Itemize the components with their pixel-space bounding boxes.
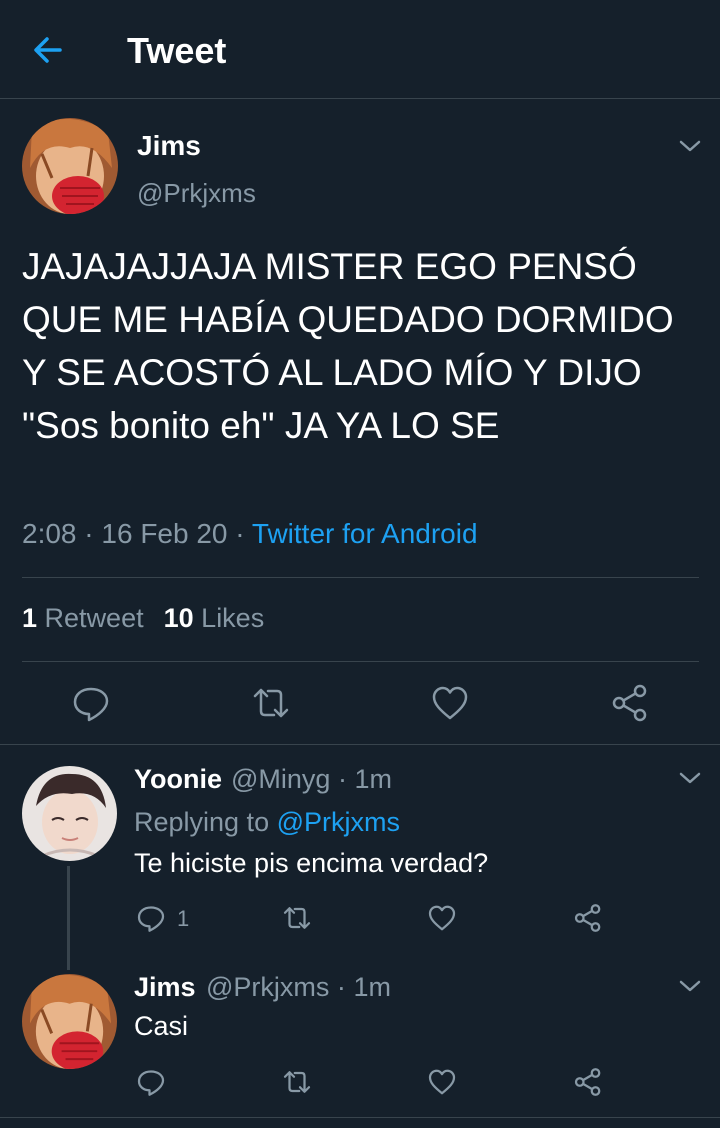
back-arrow-icon[interactable] [30, 32, 66, 68]
top-bar: Tweet [0, 0, 720, 99]
retweet-icon [253, 688, 289, 718]
heart-icon [428, 1069, 456, 1095]
avatar[interactable] [22, 974, 117, 1069]
divider [22, 577, 699, 578]
tweet-source-link[interactable]: Twitter for Android [252, 518, 478, 549]
like-button[interactable] [427, 903, 457, 933]
share-icon [574, 1068, 601, 1096]
avatar[interactable] [22, 118, 118, 214]
tweet-meta: 2:08 · 16 Feb 20 · Twitter for Android [22, 518, 478, 550]
tweet-stats: 1 Retweet 10 Likes [22, 603, 264, 634]
author-name[interactable]: Jims [137, 130, 201, 162]
tweet-text: JAJAJAJJAJA MISTER EGO PENSÓ QUE ME HABÍ… [22, 246, 674, 446]
reply-author-name[interactable]: Yoonie [134, 764, 222, 795]
reply-icon [73, 687, 109, 722]
reply-button[interactable] [136, 903, 166, 933]
meta-separator: · [235, 518, 245, 549]
reply-meta: @Prkjxms · 1m [206, 972, 391, 1003]
thread-connector [67, 866, 70, 970]
divider [0, 744, 720, 745]
reply-icon [137, 1070, 165, 1096]
tweet-date: 16 Feb 20 [101, 518, 228, 549]
replying-label: Replying to [134, 807, 270, 837]
reply-author-name[interactable]: Jims [134, 972, 196, 1003]
like-button[interactable] [427, 1067, 457, 1097]
share-icon [612, 684, 647, 722]
replying-mention-link[interactable]: @Prkjxms [277, 807, 400, 837]
heart-icon [428, 905, 456, 931]
divider [0, 1117, 720, 1118]
retweet-button[interactable] [282, 903, 312, 933]
reply-author-handle[interactable]: @Minyg [231, 764, 330, 794]
retweet-icon [283, 1071, 311, 1093]
page-title: Tweet [127, 30, 227, 71]
reply-text: Casi [134, 1011, 189, 1041]
share-icon [574, 904, 601, 932]
reply-meta: @Minyg · 1m [231, 764, 392, 795]
retweet-button[interactable] [282, 1067, 312, 1097]
replying-to: Replying to @Prkjxms [134, 807, 400, 838]
chevron-down-icon[interactable] [677, 976, 703, 996]
avatar[interactable] [22, 766, 117, 861]
retweets-count: 1 [22, 603, 38, 633]
reply-button[interactable] [136, 1067, 166, 1097]
meta-separator: · [84, 518, 94, 549]
share-button[interactable] [573, 1067, 603, 1097]
retweet-icon [283, 907, 311, 929]
likes-label: Likes [201, 603, 265, 633]
reply-time: 1m [354, 764, 392, 794]
share-button[interactable] [610, 683, 650, 723]
heart-icon [432, 686, 468, 720]
reply-text: Te hiciste pis encima verdad? [134, 848, 489, 878]
reply-author-handle[interactable]: @Prkjxms [206, 972, 329, 1002]
meta-separator: · [336, 972, 346, 1002]
likes-count: 10 [163, 603, 194, 633]
reply-icon [137, 906, 165, 932]
author-handle[interactable]: @Prkjxms [137, 178, 256, 209]
chevron-down-icon[interactable] [677, 768, 703, 788]
retweet-button[interactable] [251, 683, 291, 723]
divider [22, 661, 699, 662]
reply-button[interactable] [71, 683, 111, 723]
tweet-time: 2:08 [22, 518, 77, 549]
chevron-down-icon[interactable] [677, 136, 703, 156]
reply-time: 1m [353, 972, 391, 1002]
retweets-stat[interactable]: 1 Retweet [22, 603, 144, 633]
meta-separator: · [337, 764, 347, 794]
share-button[interactable] [573, 903, 603, 933]
likes-stat[interactable]: 10 Likes [164, 603, 265, 633]
like-button[interactable] [430, 683, 470, 723]
retweets-label: Retweet [44, 603, 144, 633]
reply-count: 1 [177, 906, 190, 931]
